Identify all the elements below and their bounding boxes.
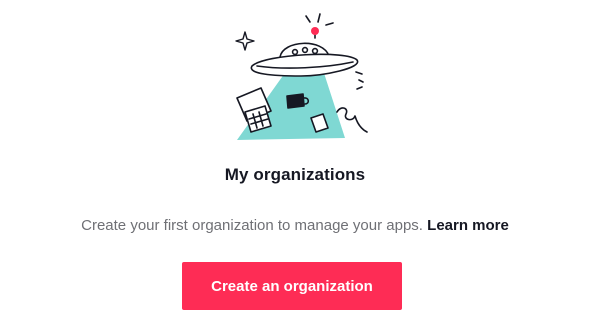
- page-title: My organizations: [224, 165, 366, 184]
- empty-state-description: Create your first organization to manage…: [0, 217, 590, 234]
- create-organization-button[interactable]: Create an organization: [182, 262, 402, 310]
- description-text: Create your first organization to manage…: [81, 217, 423, 234]
- ufo-abduction-illustration: [235, 13, 368, 140]
- organizations-empty-state: My organizations Create your first organ…: [0, 0, 590, 330]
- learn-more-link[interactable]: Learn more: [427, 217, 509, 234]
